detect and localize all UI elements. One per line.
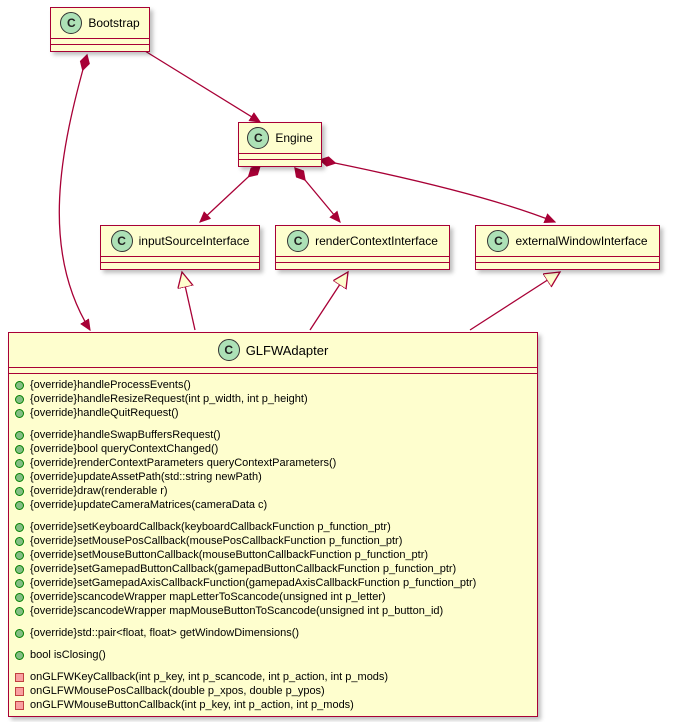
member-row: {override}scancodeWrapper mapMouseButton… bbox=[15, 604, 531, 618]
member-row: {override}setMousePosCallback(mousePosCa… bbox=[15, 534, 531, 548]
member-signature: bool isClosing() bbox=[30, 648, 106, 662]
class-input-source: C inputSourceInterface bbox=[100, 225, 260, 270]
member-row: {override}handleQuitRequest() bbox=[15, 406, 531, 420]
member-signature: {override}setGamepadAxisCallbackFunction… bbox=[30, 576, 476, 590]
visibility-public-icon bbox=[15, 629, 24, 638]
op-compartment bbox=[476, 263, 659, 269]
visibility-public-icon bbox=[15, 565, 24, 574]
class-header: C externalWindowInterface bbox=[476, 226, 659, 257]
class-icon: C bbox=[247, 127, 269, 149]
visibility-public-icon bbox=[15, 409, 24, 418]
member-row: {override}bool queryContextChanged() bbox=[15, 442, 531, 456]
class-name: GLFWAdapter bbox=[246, 343, 329, 358]
member-signature: {override}handleResizeRequest(int p_widt… bbox=[30, 392, 308, 406]
member-row: {override}std::pair<float, float> getWin… bbox=[15, 626, 531, 640]
member-signature: {override}handleSwapBuffersRequest() bbox=[30, 428, 221, 442]
class-external-window: C externalWindowInterface bbox=[475, 225, 660, 270]
member-row: onGLFWKeyCallback(int p_key, int p_scanc… bbox=[15, 670, 531, 684]
member-signature: {override}scancodeWrapper mapLetterToSca… bbox=[30, 590, 386, 604]
member-row: {override}setGamepadAxisCallbackFunction… bbox=[15, 576, 531, 590]
member-signature: {override}updateAssetPath(std::string ne… bbox=[30, 470, 262, 484]
visibility-public-icon bbox=[15, 395, 24, 404]
visibility-public-icon bbox=[15, 651, 24, 660]
class-name: externalWindowInterface bbox=[515, 234, 647, 248]
member-signature: {override}std::pair<float, float> getWin… bbox=[30, 626, 299, 640]
member-signature: {override}draw(renderable r) bbox=[30, 484, 168, 498]
class-header: C renderContextInterface bbox=[276, 226, 449, 257]
visibility-public-icon bbox=[15, 551, 24, 560]
op-compartment bbox=[276, 263, 449, 269]
class-icon: C bbox=[60, 12, 82, 34]
member-signature: {override}setKeyboardCallback(keyboardCa… bbox=[30, 520, 391, 534]
member-signature: {override}handleQuitRequest() bbox=[30, 406, 179, 420]
visibility-public-icon bbox=[15, 473, 24, 482]
class-engine: C Engine bbox=[238, 122, 322, 167]
class-header: C GLFWAdapter bbox=[9, 333, 537, 368]
visibility-public-icon bbox=[15, 501, 24, 510]
class-name: inputSourceInterface bbox=[139, 234, 250, 248]
visibility-public-icon bbox=[15, 445, 24, 454]
member-signature: {override}setMouseButtonCallback(mouseBu… bbox=[30, 548, 428, 562]
visibility-public-icon bbox=[15, 607, 24, 616]
visibility-public-icon bbox=[15, 523, 24, 532]
member-signature: onGLFWKeyCallback(int p_key, int p_scanc… bbox=[30, 670, 388, 684]
visibility-public-icon bbox=[15, 381, 24, 390]
member-row: onGLFWMousePosCallback(double p_xpos, do… bbox=[15, 684, 531, 698]
group-spacer bbox=[15, 512, 531, 520]
class-name: renderContextInterface bbox=[315, 234, 438, 248]
member-row: {override}draw(renderable r) bbox=[15, 484, 531, 498]
visibility-public-icon bbox=[15, 487, 24, 496]
member-signature: {override}updateCameraMatrices(cameraDat… bbox=[30, 498, 267, 512]
member-signature: {override}bool queryContextChanged() bbox=[30, 442, 218, 456]
op-compartment bbox=[239, 160, 321, 166]
member-row: {override}handleSwapBuffersRequest() bbox=[15, 428, 531, 442]
visibility-public-icon bbox=[15, 579, 24, 588]
member-row: bool isClosing() bbox=[15, 648, 531, 662]
group-spacer bbox=[15, 662, 531, 670]
class-icon: C bbox=[487, 230, 509, 252]
op-compartment bbox=[51, 45, 149, 51]
class-name: Bootstrap bbox=[88, 16, 139, 30]
visibility-public-icon bbox=[15, 537, 24, 546]
member-row: {override}handleProcessEvents() bbox=[15, 378, 531, 392]
class-header: C Bootstrap bbox=[51, 8, 149, 39]
class-header: C inputSourceInterface bbox=[101, 226, 259, 257]
visibility-private-icon bbox=[15, 673, 24, 682]
member-row: {override}handleResizeRequest(int p_widt… bbox=[15, 392, 531, 406]
member-row: {override}setKeyboardCallback(keyboardCa… bbox=[15, 520, 531, 534]
class-render-context: C renderContextInterface bbox=[275, 225, 450, 270]
group-spacer bbox=[15, 640, 531, 648]
member-row: {override}setMouseButtonCallback(mouseBu… bbox=[15, 548, 531, 562]
visibility-public-icon bbox=[15, 459, 24, 468]
class-icon: C bbox=[287, 230, 309, 252]
member-row: {override}updateAssetPath(std::string ne… bbox=[15, 470, 531, 484]
class-header: C Engine bbox=[239, 123, 321, 154]
visibility-public-icon bbox=[15, 431, 24, 440]
member-row: onGLFWMouseButtonCallback(int p_key, int… bbox=[15, 698, 531, 712]
group-spacer bbox=[15, 420, 531, 428]
visibility-private-icon bbox=[15, 701, 24, 710]
visibility-private-icon bbox=[15, 687, 24, 696]
visibility-public-icon bbox=[15, 593, 24, 602]
member-row: {override}setGamepadButtonCallback(gamep… bbox=[15, 562, 531, 576]
class-glfw-adapter: C GLFWAdapter {override}handleProcessEve… bbox=[8, 332, 538, 717]
member-row: {override}renderContextParameters queryC… bbox=[15, 456, 531, 470]
op-compartment bbox=[101, 263, 259, 269]
group-spacer bbox=[15, 618, 531, 626]
member-signature: onGLFWMousePosCallback(double p_xpos, do… bbox=[30, 684, 325, 698]
member-signature: {override}handleProcessEvents() bbox=[30, 378, 191, 392]
member-signature: onGLFWMouseButtonCallback(int p_key, int… bbox=[30, 698, 354, 712]
member-signature: {override}setGamepadButtonCallback(gamep… bbox=[30, 562, 456, 576]
class-name: Engine bbox=[275, 131, 312, 145]
class-icon: C bbox=[111, 230, 133, 252]
member-row: {override}scancodeWrapper mapLetterToSca… bbox=[15, 590, 531, 604]
member-signature: {override}scancodeWrapper mapMouseButton… bbox=[30, 604, 443, 618]
member-row: {override}updateCameraMatrices(cameraDat… bbox=[15, 498, 531, 512]
member-signature: {override}setMousePosCallback(mousePosCa… bbox=[30, 534, 402, 548]
class-icon: C bbox=[218, 339, 240, 361]
member-signature: {override}renderContextParameters queryC… bbox=[30, 456, 336, 470]
class-bootstrap: C Bootstrap bbox=[50, 7, 150, 52]
op-compartment: {override}handleProcessEvents(){override… bbox=[9, 374, 537, 716]
